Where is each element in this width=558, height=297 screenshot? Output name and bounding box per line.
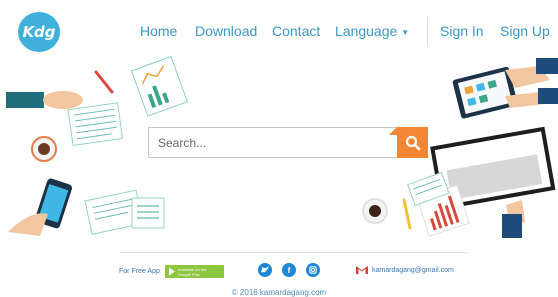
facebook-icon[interactable]: f: [282, 263, 296, 277]
google-play-line2: Google Play: [178, 271, 200, 277]
free-app-label: For Free App: [119, 268, 160, 275]
footer-divider: [120, 252, 468, 253]
search-bar: [148, 127, 428, 158]
search-input[interactable]: [149, 128, 398, 157]
search-icon: [405, 135, 420, 150]
google-play-line1: Available on the: [178, 266, 207, 272]
gmail-icon: [356, 266, 368, 274]
contact-email[interactable]: kamardagang@gmail.com: [372, 267, 454, 274]
copyright: © 2016 kamardagang.com: [231, 288, 327, 297]
search-button[interactable]: [389, 127, 428, 158]
twitter-icon[interactable]: [258, 263, 272, 277]
google-play-icon: [169, 267, 175, 276]
google-play-badge[interactable]: Available on the Google Play: [165, 265, 224, 278]
instagram-icon[interactable]: [306, 263, 320, 277]
